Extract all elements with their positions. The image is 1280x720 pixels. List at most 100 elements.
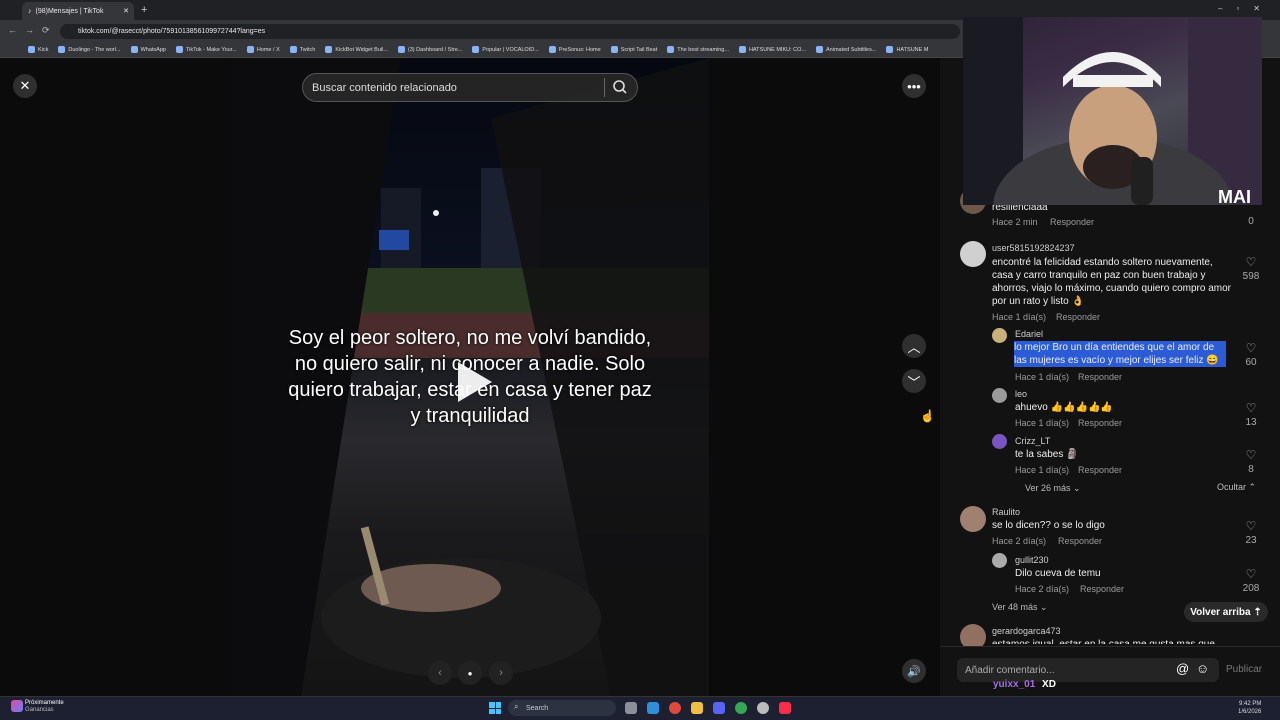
bookmark-favicon-icon: [610, 46, 618, 53]
comment-username[interactable]: user5815192824237: [992, 243, 1075, 253]
more-options-button[interactable]: •••: [902, 74, 926, 98]
mention-icon[interactable]: @: [1176, 661, 1189, 676]
music-app-icon[interactable]: [779, 702, 791, 714]
reply-text: lo mejor Bro un día entiendes que el amo…: [1014, 341, 1226, 367]
reply-username[interactable]: leo: [1015, 389, 1027, 399]
like-count: 208: [1242, 583, 1260, 594]
cursor-hand-icon: ☝: [920, 409, 935, 423]
bookmark-item[interactable]: HATSUNE MIKU: CO...: [738, 46, 806, 53]
heart-icon[interactable]: ♡: [1238, 567, 1264, 581]
comment-text: encontré la felicidad estando soltero nu…: [992, 257, 1231, 307]
comment-input-placeholder: Añadir comentario...: [965, 664, 1055, 676]
bookmark-item[interactable]: Home / X: [246, 46, 280, 53]
windows-start-icon[interactable]: [489, 702, 501, 714]
publish-button[interactable]: Publicar: [1226, 664, 1262, 675]
reply-username[interactable]: gullit230: [1015, 555, 1049, 565]
reply-link[interactable]: Responder: [1058, 536, 1102, 546]
bookmark-label: Popular | VOCALOID...: [482, 46, 539, 53]
reply-link[interactable]: Responder: [1078, 465, 1122, 475]
browser-tab[interactable]: ♪ (98)Mensajes | TikTok ✕: [22, 2, 134, 20]
bookmark-item[interactable]: (3) Dashboard / Stre...: [397, 46, 462, 53]
widget-icon[interactable]: [11, 700, 23, 712]
bookmark-favicon-icon: [246, 46, 254, 53]
bookmark-item[interactable]: TikTok - Make Your...: [175, 46, 237, 53]
edge-icon[interactable]: [647, 702, 659, 714]
close-viewer-button[interactable]: ✕: [13, 74, 37, 98]
bookmark-item[interactable]: KickBot Widget Buil...: [325, 46, 388, 53]
reply-link[interactable]: Responder: [1080, 584, 1124, 594]
like-count: 598: [1242, 271, 1260, 282]
comment-text: se lo dicen?? o se lo digo: [992, 520, 1105, 531]
bookmark-favicon-icon: [548, 46, 556, 53]
bookmark-label: HATSUNE M: [896, 46, 929, 53]
emoji-icon[interactable]: ☺: [1196, 661, 1209, 676]
bookmark-item[interactable]: WhatsApp: [130, 46, 166, 53]
reply-link[interactable]: Responder: [1078, 372, 1122, 382]
comment-username[interactable]: Raulito: [992, 507, 1020, 517]
webcam-illustration: [963, 17, 1262, 205]
related-search-input[interactable]: Buscar contenido relacionado: [302, 73, 638, 102]
new-tab-button[interactable]: +: [141, 4, 147, 16]
search-icon[interactable]: [612, 79, 628, 100]
comment-username[interactable]: gerardogarca473: [992, 626, 1061, 636]
chrome-icon[interactable]: [735, 702, 747, 714]
discord-icon[interactable]: [713, 702, 725, 714]
reply-link[interactable]: Responder: [1078, 418, 1122, 428]
heart-icon[interactable]: ♡: [1238, 448, 1264, 462]
heart-icon[interactable]: ♡: [1238, 401, 1264, 415]
bookmark-favicon-icon: [397, 46, 405, 53]
address-bar[interactable]: tiktok.com/@rasecct/photo/75910138561099…: [60, 24, 960, 39]
bookmark-item[interactable]: Animated Subtitles...: [816, 46, 876, 53]
reply-link[interactable]: Responder: [1056, 312, 1100, 322]
bookmark-favicon-icon: [472, 46, 480, 53]
tab-close-icon[interactable]: ✕: [123, 7, 129, 15]
bookmark-item[interactable]: Twitch: [289, 46, 316, 53]
bookmark-item[interactable]: HATSUNE M: [886, 46, 928, 53]
view-more-replies[interactable]: Ver 48 más ⌄: [992, 602, 1048, 613]
bookmark-item[interactable]: Popular | VOCALOID...: [472, 46, 539, 53]
play-icon[interactable]: [458, 362, 492, 402]
taskbar-notification[interactable]: Próximamente Ganancias: [25, 700, 64, 714]
file-explorer-icon[interactable]: [691, 702, 703, 714]
clock[interactable]: 9:42 PM 1/6/2026: [1238, 700, 1261, 716]
app-icon[interactable]: [757, 702, 769, 714]
search-divider: [604, 78, 605, 97]
heart-icon[interactable]: ♡: [1238, 255, 1264, 269]
webcam-overlay: MAI: [963, 17, 1262, 205]
bookmark-item[interactable]: Duolingo - The worl...: [58, 46, 121, 53]
taskbar-search[interactable]: Search: [508, 700, 616, 716]
bookmark-item[interactable]: PreSonus: Home: [548, 46, 601, 53]
task-view-icon[interactable]: [625, 702, 637, 714]
bookmark-item[interactable]: The best streaming...: [667, 46, 729, 53]
previous-video-button[interactable]: ︿: [902, 334, 926, 358]
app-icon[interactable]: [669, 702, 681, 714]
prev-slide-button[interactable]: ‹: [428, 661, 452, 685]
windows-taskbar: [0, 696, 1280, 720]
nav-buttons[interactable]: ←→⟳: [8, 25, 58, 36]
reply-link[interactable]: Responder: [1050, 217, 1094, 227]
heart-icon[interactable]: ♡: [1238, 519, 1264, 533]
chat-message: XD: [1042, 679, 1056, 690]
reply-text: te la sabes 🗿: [1015, 449, 1079, 460]
bookmark-label: The best streaming...: [677, 46, 729, 53]
webcam-watermark: MAI: [1218, 187, 1251, 205]
next-video-button[interactable]: ﹀: [902, 369, 926, 393]
bookmark-label: Twitch: [299, 46, 316, 53]
reply-username[interactable]: Edariel: [1015, 329, 1043, 339]
clock-date: 1/6/2026: [1238, 709, 1262, 715]
hide-replies[interactable]: Ocultar ⌃: [1217, 482, 1256, 493]
next-slide-button[interactable]: ›: [489, 661, 513, 685]
volume-button[interactable]: 🔊: [902, 659, 926, 683]
reply-username[interactable]: Crizz_LT: [1015, 436, 1050, 446]
heart-icon[interactable]: ♡: [1238, 341, 1264, 355]
window-controls[interactable]: –▫✕: [1218, 4, 1274, 13]
view-more-replies[interactable]: Ver 26 más ⌄: [1025, 483, 1081, 494]
bookmark-item[interactable]: Kick: [28, 46, 48, 53]
avatar: [960, 241, 986, 267]
avatar: [960, 506, 986, 532]
bookmark-item[interactable]: Script Tail Beat: [610, 46, 657, 53]
bookmark-favicon-icon: [58, 46, 66, 53]
slide-indicator: ●: [458, 661, 482, 685]
like-count: 23: [1245, 535, 1257, 546]
back-to-top-button[interactable]: Volver arriba ⇡: [1184, 602, 1268, 622]
